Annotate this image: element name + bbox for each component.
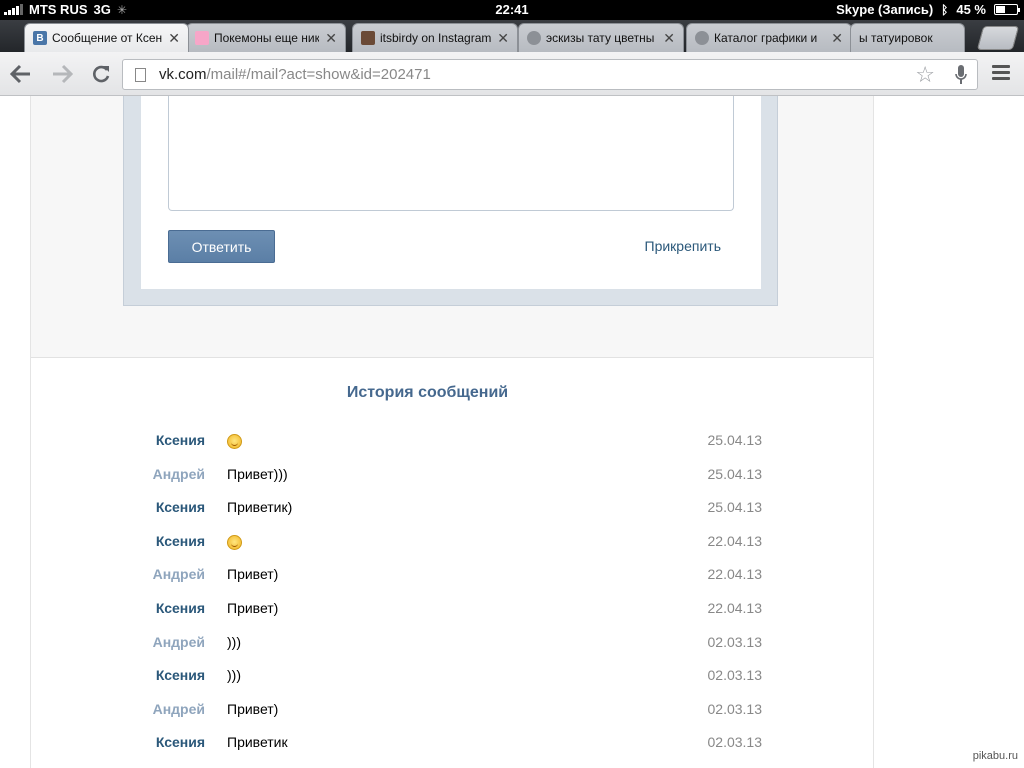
message-author[interactable]: Ксения: [121, 667, 205, 683]
message-author[interactable]: Андрей: [121, 566, 205, 582]
tab-2[interactable]: itsbirdy on Instagram ✕: [352, 23, 518, 52]
tab-title: Покемоны еще нико: [214, 31, 320, 45]
globe-icon: [695, 31, 709, 45]
reply-button[interactable]: Ответить: [168, 230, 275, 263]
message-date: 02.03.13: [707, 734, 763, 751]
activity-icon: ✳: [116, 2, 127, 17]
back-arrow-icon: [10, 64, 30, 84]
message-author[interactable]: Ксения: [121, 432, 205, 448]
forward-arrow-icon: [53, 64, 73, 84]
back-button[interactable]: [9, 62, 33, 86]
reload-button[interactable]: [89, 62, 113, 86]
message-row[interactable]: Андрей Привет) 02.03.13: [31, 701, 873, 725]
browser-toolbar: vk.com/mail#/mail?act=show&id=202471 ☆: [0, 52, 1024, 96]
message-date: 02.03.13: [707, 700, 763, 717]
url-path: /mail#/mail?act=show&id=202471: [206, 66, 431, 83]
globe-icon: [527, 31, 541, 45]
close-tab-icon[interactable]: ✕: [663, 30, 675, 47]
message-date: 22.04.13: [707, 566, 763, 583]
message-date: 25.04.13: [707, 499, 763, 516]
tab-1[interactable]: Покемоны еще нико ✕: [186, 23, 346, 52]
message-author[interactable]: Андрей: [121, 466, 205, 482]
url-text[interactable]: vk.com/mail#/mail?act=show&id=202471: [159, 66, 431, 83]
message-text: [227, 533, 242, 550]
tab-title: эскизы тату цветны: [546, 31, 655, 45]
tab-4[interactable]: Каталог графики и ✕: [686, 23, 852, 52]
message-row[interactable]: Андрей Привет))) 25.04.13: [31, 466, 873, 490]
close-tab-icon[interactable]: ✕: [168, 30, 180, 47]
reload-icon: [93, 65, 110, 83]
message-date: 22.04.13: [707, 600, 763, 616]
message-author[interactable]: Ксения: [121, 533, 205, 549]
message-date: 22.04.13: [707, 532, 763, 549]
smile-emoji-icon: [227, 433, 242, 449]
message-text: [227, 432, 242, 449]
new-tab-button[interactable]: [976, 26, 1020, 50]
message-row[interactable]: Ксения 22.04.13: [31, 533, 873, 557]
tab-title: itsbirdy on Instagram: [380, 31, 492, 45]
message-author[interactable]: Андрей: [121, 634, 205, 650]
message-author[interactable]: Ксения: [121, 600, 205, 616]
tab-title: ы татуировок: [859, 31, 933, 45]
tab-5[interactable]: ы татуировок: [850, 23, 965, 52]
message-row[interactable]: Андрей))) 02.03.13: [31, 634, 873, 658]
message-row[interactable]: Ксения 25.04.13: [31, 432, 873, 456]
page-icon: [135, 68, 146, 82]
message-author[interactable]: Ксения: [121, 499, 205, 515]
smile-emoji-icon: [227, 534, 242, 550]
carrier-label: MTS RUS: [29, 2, 88, 17]
message-text: ))): [227, 633, 241, 650]
message-text: Привет): [227, 700, 279, 717]
message-text: Привет): [227, 600, 279, 616]
signal-icon: [4, 4, 23, 15]
message-date: 25.04.13: [707, 432, 763, 448]
status-bar: MTS RUS 3G ✳ 22:41 Skype (Запись) ᛒ 45 %: [0, 0, 1024, 20]
microphone-icon[interactable]: [955, 65, 967, 85]
bluetooth-icon: ᛒ: [941, 2, 949, 17]
instagram-icon: [361, 31, 375, 45]
message-text: Приветик): [227, 499, 293, 516]
forward-button[interactable]: [50, 62, 74, 86]
address-bar[interactable]: vk.com/mail#/mail?act=show&id=202471 ☆: [122, 59, 978, 90]
attach-link[interactable]: Прикрепить: [645, 238, 721, 254]
tab-title: Сообщение от Ксен: [52, 31, 163, 45]
tab-3[interactable]: эскизы тату цветны ✕: [518, 23, 684, 52]
battery-icon: [994, 4, 1020, 15]
page-content: Ответить Прикрепить История сообщений Кс…: [0, 96, 1024, 768]
message-text: ))): [227, 667, 241, 684]
tab-strip: В Сообщение от Ксен ✕ Покемоны еще нико ✕ its…: [0, 20, 1024, 52]
message-date: 02.03.13: [707, 667, 763, 684]
history-title: История сообщений: [346, 384, 509, 401]
tab-0[interactable]: В Сообщение от Ксен ✕: [24, 23, 189, 52]
menu-icon[interactable]: [992, 65, 1010, 83]
message-author[interactable]: Андрей: [121, 701, 205, 717]
message-text: Приветик: [227, 734, 288, 751]
message-date: 02.03.13: [707, 633, 763, 650]
bookmark-star-icon[interactable]: ☆: [915, 62, 935, 88]
message-text: Привет))): [227, 465, 288, 482]
message-row[interactable]: Ксения Приветик 02.03.13: [31, 734, 873, 758]
close-tab-icon[interactable]: ✕: [831, 30, 843, 47]
reply-inner: Ответить Прикрепить: [141, 96, 761, 289]
close-tab-icon[interactable]: ✕: [497, 30, 509, 47]
battery-label: 45 %: [956, 2, 986, 17]
tab-title: Каталог графики и: [714, 31, 818, 45]
network-label: 3G: [93, 2, 111, 17]
reply-textarea[interactable]: [168, 96, 734, 211]
message-text: Привет): [227, 566, 279, 583]
message-row[interactable]: Ксения Привет) 22.04.13: [31, 600, 873, 624]
url-host: vk.com: [159, 66, 207, 83]
message-history: История сообщений Ксения 25.04.13 Андрей Пр…: [31, 357, 873, 768]
message-row[interactable]: Ксения))) 02.03.13: [31, 667, 873, 691]
message-date: 25.04.13: [707, 465, 763, 482]
message-row[interactable]: Андрей Привет) 22.04.13: [31, 566, 873, 590]
message-row[interactable]: Ксения Приветик) 25.04.13: [31, 499, 873, 523]
vk-icon: В: [33, 31, 47, 45]
message-author[interactable]: Ксения: [121, 734, 205, 750]
pokemon-icon: [195, 31, 209, 45]
watermark: pikabu.ru: [972, 750, 1018, 762]
reply-box: Ответить Прикрепить: [123, 96, 778, 306]
close-tab-icon[interactable]: ✕: [325, 30, 337, 47]
app-status: Skype (Запись): [836, 2, 934, 17]
